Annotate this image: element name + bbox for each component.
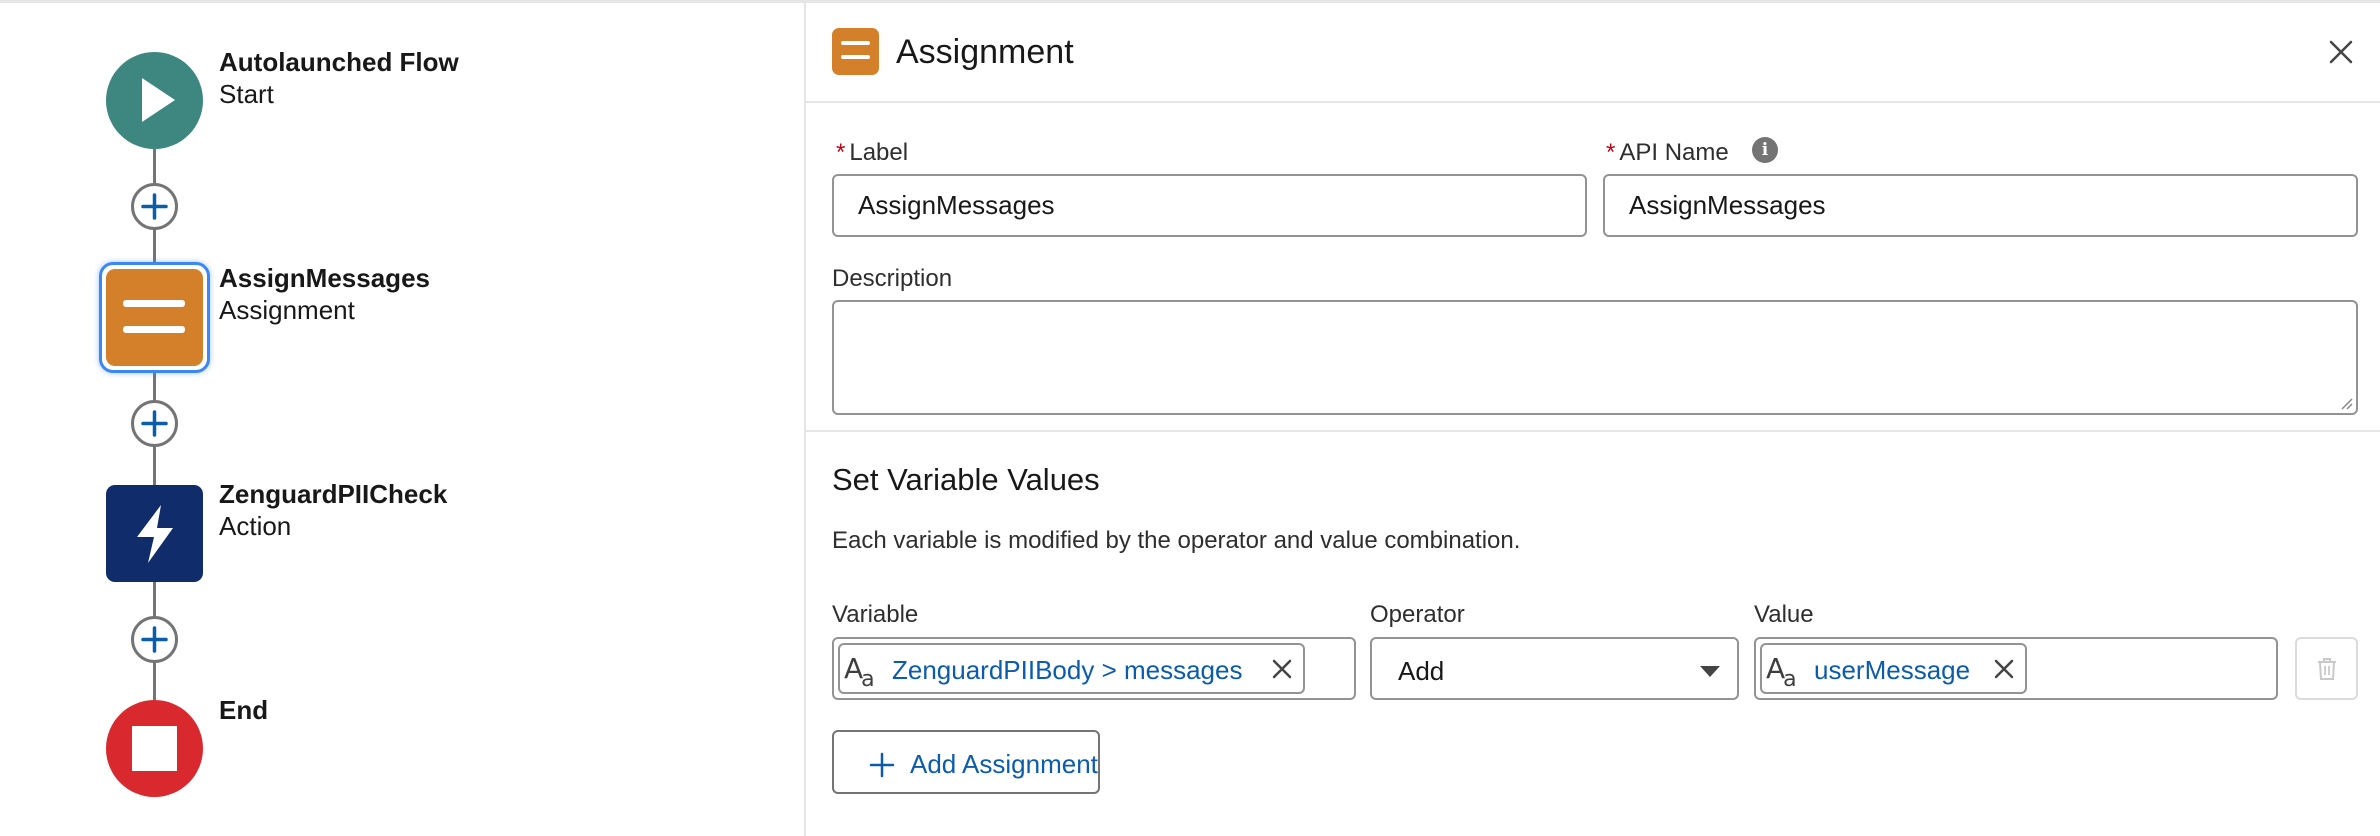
assignment-node[interactable] — [106, 269, 203, 366]
value-pill[interactable]: Aa userMessage — [1760, 643, 2027, 694]
node-type: Start — [219, 79, 274, 109]
close-button[interactable] — [2326, 37, 2356, 67]
plus-icon — [141, 410, 168, 437]
operator-value: Add — [1398, 656, 1445, 686]
property-panel: Assignment * Label AssignMessages * API Na… — [806, 3, 2380, 836]
section-title: Set Variable Values — [832, 462, 1100, 497]
node-title: Autolaunched Flow — [219, 47, 459, 77]
play-icon — [142, 78, 175, 122]
required-marker: * — [836, 139, 846, 166]
api-name-input[interactable]: AssignMessages — [1603, 174, 2358, 237]
panel-title: Assignment — [896, 33, 1074, 71]
close-icon — [2329, 40, 2353, 64]
resize-grip-icon[interactable] — [2339, 396, 2353, 410]
node-title: ZenguardPIICheck — [219, 479, 448, 509]
label-text: Label — [849, 139, 909, 166]
operator-select[interactable]: Add — [1370, 637, 1739, 700]
delete-row-button[interactable] — [2295, 637, 2358, 700]
description-textarea[interactable] — [832, 300, 2358, 415]
text-type-icon: Aa — [844, 652, 875, 692]
node-title: End — [219, 695, 269, 725]
add-element-button[interactable] — [131, 400, 178, 447]
stop-icon — [132, 726, 177, 771]
plus-icon — [869, 752, 895, 778]
start-node[interactable] — [106, 52, 203, 149]
variable-pill[interactable]: Aa ZenguardPIIBody > messages — [838, 643, 1305, 694]
assignment-icon — [123, 300, 185, 333]
remove-icon[interactable] — [1992, 657, 2016, 681]
variable-column-label: Variable — [832, 601, 919, 628]
value-pill-label: userMessage — [1814, 655, 1971, 685]
plus-icon — [141, 193, 168, 220]
label-input[interactable]: AssignMessages — [832, 174, 1587, 237]
operator-column-label: Operator — [1370, 601, 1465, 628]
value-column-label: Value — [1754, 601, 1814, 628]
end-node[interactable] — [106, 700, 203, 797]
action-node[interactable] — [106, 485, 203, 582]
description-label: Description — [832, 265, 953, 292]
add-element-button[interactable] — [131, 616, 178, 663]
required-marker: * — [1606, 139, 1616, 166]
value-combobox[interactable]: Aa userMessage — [1754, 637, 2278, 700]
section-description: Each variable is modified by the operato… — [832, 527, 1521, 554]
api-name-field-label: * API Name — [1606, 139, 1729, 167]
chevron-down-icon — [1700, 666, 1720, 677]
node-title: AssignMessages — [219, 263, 430, 293]
panel-header: Assignment — [806, 3, 2380, 103]
node-type: Action — [219, 511, 292, 541]
variable-combobox[interactable]: Aa ZenguardPIIBody > messages — [832, 637, 1356, 700]
section-divider — [806, 430, 2380, 432]
assignment-icon — [832, 28, 879, 75]
flow-canvas[interactable]: Autolaunched Flow Start AssignMessages A… — [0, 3, 804, 836]
plus-icon — [141, 626, 168, 653]
add-element-button[interactable] — [131, 183, 178, 230]
api-name-text: API Name — [1619, 139, 1729, 166]
node-type: Assignment — [219, 295, 355, 325]
variable-pill-label: ZenguardPIIBody > messages — [892, 655, 1243, 685]
label-field-label: * Label — [836, 139, 908, 167]
add-assignment-label: Add Assignment — [910, 749, 1098, 779]
add-assignment-button[interactable]: Add Assignment — [832, 730, 1100, 794]
info-icon[interactable]: i — [1752, 137, 1778, 163]
trash-icon — [2318, 658, 2336, 680]
lightning-icon — [137, 505, 173, 563]
remove-icon[interactable] — [1270, 657, 1294, 681]
text-type-icon: Aa — [1766, 652, 1797, 692]
